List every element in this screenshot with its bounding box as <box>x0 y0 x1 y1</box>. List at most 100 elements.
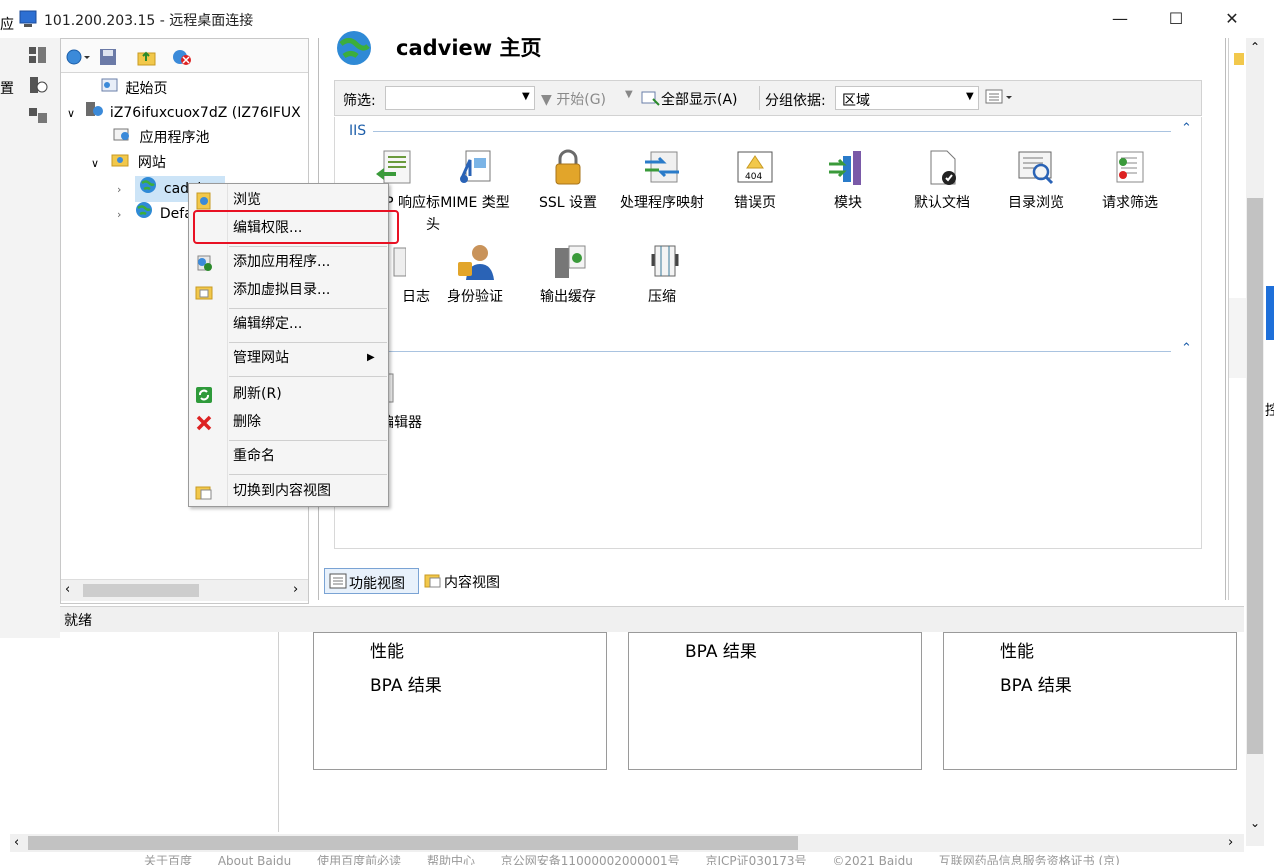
group-icon[interactable] <box>28 106 48 128</box>
disconnect-icon[interactable] <box>171 48 193 70</box>
feature-output-caching[interactable]: 输出缓存 <box>523 242 613 308</box>
tree-node-app-pools[interactable]: 应用程序池 <box>113 126 209 150</box>
sites-folder-icon <box>111 151 133 175</box>
menu-item-add-application[interactable]: 添加应用程序... <box>189 248 388 276</box>
close-button[interactable]: ✕ <box>1206 0 1258 38</box>
bpa-card-3[interactable]: 性能 BPA 结果 <box>943 632 1237 770</box>
bpa-card-2[interactable]: BPA 结果 <box>628 632 922 770</box>
tree-node-sites[interactable]: ∨ 网站 <box>91 151 166 175</box>
menu-item-edit-bindings[interactable]: 编辑绑定... <box>189 310 388 338</box>
modules-icon <box>829 151 861 185</box>
connect-icon[interactable] <box>65 48 91 70</box>
minimize-button[interactable]: — <box>1094 0 1146 38</box>
background-footer: 关于百度 About Baidu 使用百度前必读 帮助中心 京公网安备11000… <box>144 852 1274 865</box>
add-application-icon <box>195 254 213 272</box>
actions-panel <box>1228 38 1247 600</box>
globe-icon <box>139 176 159 202</box>
chevron-right-icon[interactable]: › <box>117 178 131 202</box>
collapse-section-icon[interactable]: ⌃ <box>1181 341 1192 356</box>
feature-mime-types[interactable]: MIME 类型 <box>430 148 520 214</box>
compression-icon <box>651 245 679 277</box>
scroll-left-icon[interactable]: ‹ <box>14 835 19 850</box>
menu-item-manage-site[interactable]: 管理网站 ▶ <box>189 344 388 372</box>
default-document-icon <box>930 150 956 185</box>
menu-separator <box>229 474 387 475</box>
feature-request-filtering[interactable]: 请求筛选 <box>1085 148 1175 214</box>
collapse-section-icon[interactable]: ⌃ <box>1181 121 1192 136</box>
feature-ssl-settings[interactable]: SSL 设置 <box>523 148 613 214</box>
scroll-right-icon[interactable]: › <box>1228 835 1233 850</box>
window-title-bar: 应 101.200.203.15 - 远程桌面连接 — ☐ ✕ <box>0 0 1274 38</box>
mime-types-icon <box>460 150 491 183</box>
footer-link[interactable]: 互联网药品信息服务资格证书 (京) <box>939 854 1120 865</box>
background-edge-text: 应 <box>0 17 14 33</box>
footer-link[interactable]: 关于百度 <box>144 854 192 865</box>
footer-link[interactable]: 京公网安备11000002000001号 <box>501 854 680 865</box>
tree-node-label: iZ76ifuxcuox7dZ (IZ76IFUX <box>109 105 301 121</box>
remote-desktop-icon <box>18 10 38 32</box>
grid-icon[interactable] <box>28 46 48 68</box>
scroll-down-icon[interactable]: ⌄ <box>1250 816 1260 830</box>
menu-item-delete[interactable]: 删除 <box>189 408 388 436</box>
maximize-button[interactable]: ☐ <box>1150 0 1202 38</box>
feature-authentication[interactable]: 身份验证 <box>430 242 520 308</box>
tree-node-start-page[interactable]: 起始页 <box>101 77 167 101</box>
show-all-button[interactable]: 全部显示(A) <box>641 89 738 110</box>
section-iis-header: IIS <box>349 123 367 139</box>
tree-hscrollbar[interactable]: ‹ › <box>61 579 308 601</box>
scroll-right-icon[interactable]: › <box>293 582 298 597</box>
chevron-down-icon[interactable]: ∨ <box>91 152 107 176</box>
chevron-right-icon[interactable]: › <box>117 203 131 227</box>
group-by-select[interactable]: 区域 ▼ <box>835 86 979 110</box>
menu-item-rename[interactable]: 重命名 <box>189 442 388 470</box>
feature-default-document[interactable]: 默认文档 <box>897 148 987 214</box>
dropdown-arrow-icon[interactable]: ▼ <box>522 91 530 102</box>
dropdown-arrow-icon[interactable]: ▼ <box>966 91 974 102</box>
dropdown-arrow-icon[interactable]: ▼ <box>625 89 633 100</box>
svg-text:404: 404 <box>745 172 762 182</box>
menu-item-switch-content-view[interactable]: 切换到内容视图 <box>189 477 388 505</box>
chevron-down-icon[interactable]: ∨ <box>67 102 81 126</box>
filter-toolbar: 筛选: ▼ ▼ 开始(G) ▼ 全部显示(A) 分组依据: 区域 ▼ <box>334 80 1202 116</box>
tree-node-server[interactable]: ∨ iZ76ifuxcuox7dZ (IZ76IFUX <box>67 101 301 125</box>
actions-icon[interactable] <box>1233 52 1245 70</box>
app-pool-icon <box>113 126 135 150</box>
horizontal-scrollbar[interactable]: ‹ › <box>10 834 1244 852</box>
scroll-left-icon[interactable]: ‹ <box>65 582 70 597</box>
feature-error-pages[interactable]: 404 错误页 <box>710 148 800 214</box>
up-folder-icon[interactable] <box>137 48 157 70</box>
status-text: 就绪 <box>64 613 92 629</box>
footer-link[interactable]: 帮助中心 <box>427 854 475 865</box>
tab-feature-view[interactable]: 功能视图 <box>324 568 419 594</box>
view-mode-icon[interactable] <box>985 88 1015 110</box>
filter-input[interactable]: ▼ <box>385 86 535 110</box>
scroll-thumb[interactable] <box>83 584 199 597</box>
feature-handler-mappings[interactable]: 处理程序映射 <box>617 148 707 214</box>
background-edge-text-2: 置 <box>0 81 14 97</box>
server-icon[interactable] <box>28 76 48 98</box>
footer-link[interactable]: 京ICP证030173号 <box>706 854 807 865</box>
start-page-icon <box>101 77 121 101</box>
save-icon[interactable] <box>99 48 117 70</box>
scroll-thumb[interactable] <box>28 836 798 850</box>
bpa-card-1[interactable]: 性能 BPA 结果 <box>313 632 607 770</box>
vertical-scrollbar[interactable]: ⌃ ⌄ <box>1246 38 1264 846</box>
menu-separator <box>229 440 387 441</box>
footer-link[interactable]: ©2021 Baidu <box>832 854 913 865</box>
scroll-up-icon[interactable]: ⌃ <box>1250 40 1260 54</box>
menu-item-add-virtual-directory[interactable]: 添加虚拟目录... <box>189 276 388 304</box>
tree-node-label: 应用程序池 <box>139 130 210 146</box>
section-divider <box>373 131 1171 132</box>
submenu-arrow-icon: ▶ <box>367 352 375 363</box>
menu-item-refresh[interactable]: 刷新(R) <box>189 380 388 408</box>
start-filter-button[interactable]: ▼ 开始(G) <box>541 89 606 109</box>
feature-compression[interactable]: 压缩 <box>617 242 707 308</box>
filter-label: 筛选: <box>343 93 376 109</box>
tab-content-view[interactable]: 内容视图 <box>422 568 514 594</box>
footer-link[interactable]: 使用百度前必读 <box>317 854 401 865</box>
add-virtual-dir-icon <box>195 282 213 300</box>
scroll-thumb[interactable] <box>1247 198 1263 754</box>
feature-modules[interactable]: 模块 <box>803 148 893 214</box>
feature-directory-browsing[interactable]: 目录浏览 <box>991 148 1081 214</box>
footer-link[interactable]: About Baidu <box>218 854 291 865</box>
